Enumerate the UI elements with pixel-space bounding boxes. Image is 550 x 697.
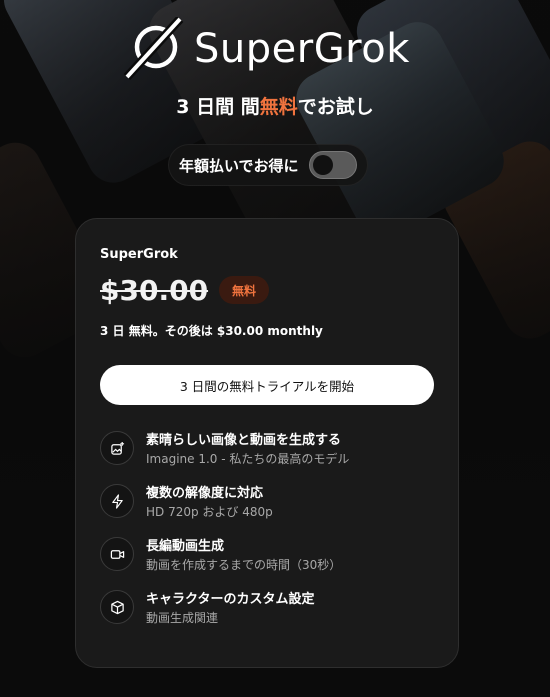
feature-item: 素晴らしい画像と動画を生成する Imagine 1.0 - 私たちの最高のモデル [100,429,430,469]
video-camera-icon [100,537,134,571]
trial-title: 3 日間 間無料でお試し [0,92,550,119]
trial-title-prefix: 3 日間 間 [176,96,260,118]
feature-item: キャラクターのカスタム設定 動画生成関連 [100,588,430,628]
feature-item: 長編動画生成 動画を作成するまでの時間（30秒） [100,535,430,575]
cube-icon [100,590,134,624]
trial-title-highlight: 無料 [259,96,298,118]
grok-logo-icon [123,17,184,81]
brand-name: SuperGrok [194,26,410,72]
feature-title: キャラクターのカスタム設定 [146,592,315,607]
image-sparkle-icon [100,431,134,465]
after-trial-text: 3 日 無料。その後は $30.00 monthly [100,324,323,338]
annual-billing-switch[interactable] [309,151,357,179]
feature-description: 動画を作成するまでの時間（30秒） [146,558,342,572]
plan-name: SuperGrok [100,247,178,262]
annual-billing-toggle[interactable]: 年額払いでお得に [168,144,368,186]
switch-knob [313,155,333,175]
brand-logo: SuperGrok [122,17,410,81]
plan-card: SuperGrok $30.00 無料 3 日 無料。その後は $30.00 m… [75,218,459,668]
feature-title: 素晴らしい画像と動画を生成する [146,433,342,448]
free-badge: 無料 [219,276,270,304]
trial-title-suffix: でお試し [297,96,374,118]
feature-description: HD 720p および 480p [146,505,273,519]
feature-title: 長編動画生成 [146,539,225,554]
lightning-icon [100,484,134,518]
feature-description: 動画生成関連 [146,611,219,625]
feature-item: 複数の解像度に対応 HD 720p および 480p [100,482,430,522]
feature-description: Imagine 1.0 - 私たちの最高のモデル [146,452,350,466]
plan-price: $30.00 [100,274,209,307]
feature-title: 複数の解像度に対応 [146,486,264,501]
start-trial-button[interactable]: 3 日間の無料トライアルを開始 [100,365,434,405]
annual-billing-label: 年額払いでお得に [179,156,299,175]
